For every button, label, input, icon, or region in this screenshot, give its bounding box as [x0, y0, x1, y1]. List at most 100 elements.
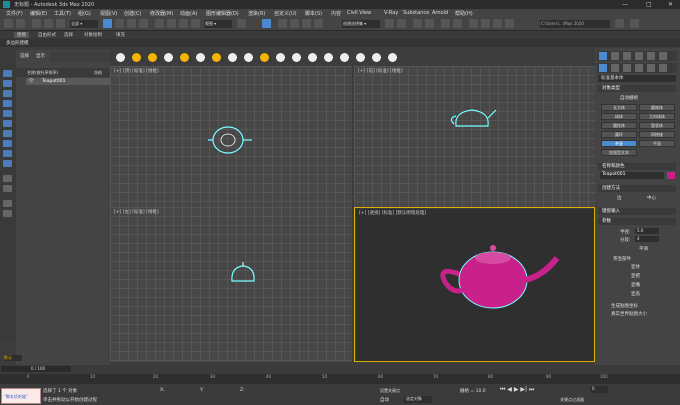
select-by-name-icon[interactable]: [115, 19, 124, 28]
current-frame-field[interactable]: 0: [590, 386, 608, 393]
geometry-icon[interactable]: [599, 64, 607, 72]
snap-toggle-icon[interactable]: [278, 19, 287, 28]
menu-animation[interactable]: 动画(A): [180, 10, 197, 17]
layer-explorer-icon[interactable]: [413, 19, 422, 28]
dome-icon[interactable]: [164, 53, 173, 62]
spinner-snap-icon[interactable]: [314, 19, 323, 28]
segments-input[interactable]: 4: [635, 236, 659, 242]
parameters-rollout[interactable]: 参数: [598, 218, 676, 225]
object-color-swatch[interactable]: [667, 172, 675, 179]
key-filters-button[interactable]: 关键点过滤器: [560, 397, 584, 403]
torus-button[interactable]: 圆环: [601, 131, 637, 138]
filter-icon[interactable]: [3, 200, 12, 207]
explorer-column-name[interactable]: 名称(按升序排序): [27, 70, 58, 76]
time-slider[interactable]: 0 / 100: [1, 366, 71, 372]
spout-checkbox[interactable]: 壶嘴: [631, 282, 640, 288]
menu-help[interactable]: 帮助(H): [455, 10, 473, 17]
tab-object-paint[interactable]: 对象绘制: [84, 32, 102, 38]
reference-coordinate-dropdown[interactable]: 视图 ▾: [204, 20, 232, 28]
tab-display[interactable]: 显示: [36, 53, 45, 59]
material-editor-icon[interactable]: [469, 19, 478, 28]
omni-light-icon[interactable]: [212, 53, 221, 62]
viewport-front[interactable]: [+] [前] [标准] [线框]: [354, 66, 595, 207]
spacewarps-icon[interactable]: [659, 64, 667, 72]
playback-controls[interactable]: ⏮ ◀ ▶ ▶| ⏭: [500, 386, 550, 394]
schematic-view-icon[interactable]: [453, 19, 462, 28]
teapot-front-view[interactable]: [446, 104, 498, 132]
tab-modeling[interactable]: 建模: [14, 32, 29, 38]
workspace-dropdown[interactable]: 默认: [4, 355, 22, 361]
pivot-center-icon[interactable]: [237, 19, 246, 28]
named-selection-sets-dropdown[interactable]: 创建选择集 ▾: [342, 20, 380, 28]
select-manipulate-icon[interactable]: [262, 19, 271, 28]
box-button[interactable]: 长方体: [601, 104, 637, 111]
smooth-checkbox[interactable]: 平滑: [639, 246, 648, 252]
tab-select[interactable]: 选择: [20, 53, 29, 59]
helpers-icon[interactable]: [647, 64, 655, 72]
edge-radio[interactable]: 边: [617, 195, 622, 201]
selection-filter-dropdown[interactable]: 全部 ▾: [70, 20, 98, 28]
creation-method-rollout[interactable]: 创建方法: [598, 185, 676, 192]
display-bones-icon[interactable]: [3, 160, 12, 167]
scene-explorer-icon[interactable]: [425, 19, 434, 28]
hierarchy-tab-icon[interactable]: [623, 52, 631, 60]
display-all-icon[interactable]: [3, 175, 12, 182]
display-tab-icon[interactable]: [647, 52, 655, 60]
create-tab-icon[interactable]: [599, 52, 607, 60]
viewport-perspective[interactable]: [+] [透视] [标准] [默认明暗处理]: [354, 207, 595, 362]
rotate-icon[interactable]: [167, 19, 176, 28]
viewport-left[interactable]: [+] [左] [标准] [线框]: [110, 207, 352, 362]
teapot-create-icon[interactable]: [116, 53, 125, 62]
pyramid-button[interactable]: 四棱锥: [639, 131, 675, 138]
undo-icon[interactable]: [4, 19, 13, 28]
menu-group[interactable]: 组(G): [78, 10, 91, 17]
gen-mapping-checkbox[interactable]: 生成贴图坐标: [611, 303, 638, 309]
link-icon[interactable]: [32, 19, 41, 28]
viewport-front-label[interactable]: [+] [前] [标准] [线框]: [358, 68, 403, 74]
sun-icon[interactable]: [132, 53, 141, 62]
set-key-button[interactable]: 设置关键点: [380, 388, 400, 394]
plane-button[interactable]: 平面: [639, 140, 675, 147]
keyboard-entry-rollout[interactable]: 键盘输入: [598, 208, 676, 215]
viewport-top[interactable]: [+] [顶] [标准] [线框]: [110, 66, 352, 207]
select-icon[interactable]: [3, 70, 12, 77]
menu-customize[interactable]: 自定义(U): [274, 10, 297, 17]
menu-tools[interactable]: 工具(T): [54, 10, 71, 17]
rectangular-region-icon[interactable]: [127, 19, 136, 28]
cone-button[interactable]: 圆锥体: [639, 104, 675, 111]
body-checkbox[interactable]: 壶体: [631, 264, 640, 270]
display-lights-icon[interactable]: [3, 100, 12, 107]
select-object-icon[interactable]: [103, 19, 112, 28]
render-icon[interactable]: [505, 19, 514, 28]
viewport-perspective-label[interactable]: [+] [透视] [标准] [默认明暗处理]: [359, 210, 426, 216]
menu-edit[interactable]: 编辑(E): [30, 10, 47, 17]
align-icon[interactable]: [397, 19, 406, 28]
minimize-button[interactable]: —: [622, 1, 628, 8]
lid-checkbox[interactable]: 壶盖: [631, 291, 640, 297]
menu-civil-view[interactable]: Civil View: [347, 10, 371, 16]
display-spacewarps-icon[interactable]: [3, 130, 12, 137]
maximize-button[interactable]: □: [646, 1, 652, 8]
unlink-icon[interactable]: [44, 19, 53, 28]
geosphere-button[interactable]: 几何球体: [639, 113, 675, 120]
teapot-left-view[interactable]: [228, 261, 258, 285]
menu-file[interactable]: 文件(F): [6, 10, 23, 17]
textplus-button[interactable]: 加强型文本: [601, 149, 637, 156]
redo-icon[interactable]: [16, 19, 25, 28]
find-icon[interactable]: [3, 210, 12, 217]
selection-set-dropdown[interactable]: 选定对象: [404, 396, 432, 403]
modify-tab-icon[interactable]: [611, 52, 619, 60]
list-item[interactable]: 👁 Teapot001: [26, 78, 110, 85]
tab-selection[interactable]: 选择: [64, 32, 73, 38]
workspace-icon[interactable]: [615, 19, 624, 28]
angle-snap-icon[interactable]: [290, 19, 299, 28]
radius-input[interactable]: 5.0: [635, 228, 659, 234]
tube-button[interactable]: 管状体: [639, 122, 675, 129]
menu-content[interactable]: 内容: [331, 10, 341, 17]
display-shapes-icon[interactable]: [3, 90, 12, 97]
tab-freeform[interactable]: 自由形式: [38, 32, 56, 38]
display-cameras-icon[interactable]: [3, 110, 12, 117]
auto-key-button[interactable]: 自动: [380, 397, 389, 403]
menu-create[interactable]: 创建(C): [124, 10, 141, 17]
cone-icon[interactable]: [372, 53, 381, 62]
